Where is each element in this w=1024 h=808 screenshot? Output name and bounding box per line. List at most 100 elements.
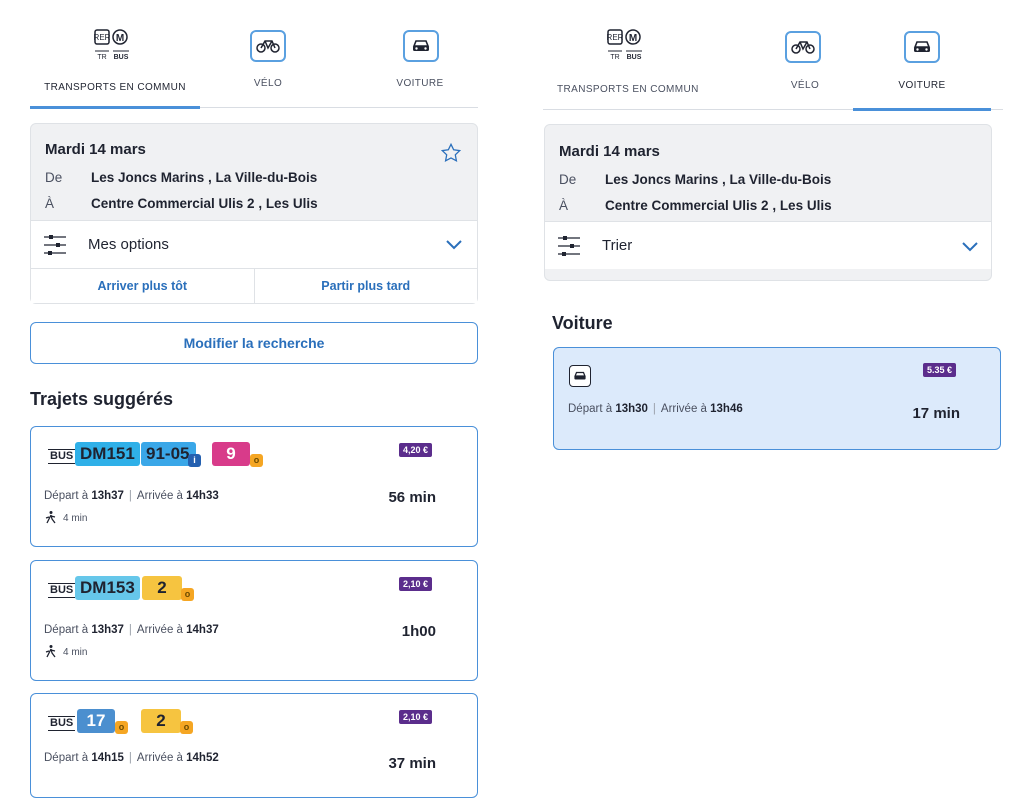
tab-voiture[interactable]: VOITURE — [370, 0, 470, 108]
line-badge: 17 — [77, 709, 115, 733]
search-summary-card: Mardi 14 mars De Les Joncs Marins , La V… — [544, 124, 992, 281]
date-label: Mardi 14 mars — [559, 143, 660, 160]
walk-duration: 4 min — [63, 513, 88, 524]
chevron-down-icon — [962, 242, 978, 252]
depart-time: 13h37 — [91, 490, 124, 502]
section-title: Voiture — [552, 313, 613, 333]
arrive-time: 14h37 — [186, 624, 219, 636]
price-badge: 5.35 € — [923, 363, 957, 377]
leave-later-button[interactable]: Partir plus tard — [255, 269, 478, 303]
car-icon — [569, 365, 591, 387]
from-key: De — [45, 170, 63, 185]
right-panel: RER M TR BUS TRANSPORTS EN COMMUN VÉLO V… — [543, 0, 1003, 450]
svg-text:TR: TR — [97, 54, 106, 61]
trip-duration: 37 min — [388, 755, 436, 772]
mode-tabs: RER M TR BUS TRANSPORTS EN COMMUN VÉLO V… — [30, 0, 478, 109]
tab-transports-en-commun[interactable]: RER M TR BUS TRANSPORTS EN COMMUN — [543, 0, 723, 110]
from-value: Les Joncs Marins , La Ville-du-Bois — [91, 170, 318, 185]
svg-text:BUS: BUS — [627, 54, 642, 61]
walk-duration: 4 min — [63, 647, 88, 658]
svg-text:RER: RER — [94, 33, 111, 42]
to-value: Centre Commercial Ulis 2 , Les Ulis — [91, 196, 318, 211]
trip-card-3[interactable]: BUS 17 o 2 o 2,10 € Départ à 14h15 | Arriv… — [30, 693, 478, 798]
car-trip-card[interactable]: 5.35 € Départ à 13h30 | Arrivée à 13h46 17… — [553, 347, 1001, 450]
tab-velo[interactable]: VÉLO — [765, 0, 845, 110]
arrive-time: 14h52 — [186, 752, 219, 764]
trip-duration: 17 min — [912, 405, 960, 422]
depart-time: 14h15 — [91, 752, 124, 764]
car-icon — [403, 30, 439, 62]
svg-text:M: M — [629, 33, 637, 44]
transit-icon: RER M TR BUS — [94, 29, 129, 61]
bus-mode-badge: BUS — [48, 583, 76, 598]
from-key: De — [559, 172, 577, 187]
sliders-icon — [558, 236, 580, 256]
bike-icon — [250, 30, 286, 62]
sort-label: Trier — [602, 237, 633, 254]
tab-label: TRANSPORTS EN COMMUN — [44, 82, 186, 93]
arrive-time: 13h46 — [710, 403, 743, 415]
bus-mode-badge: BUS — [48, 449, 76, 464]
to-value: Centre Commercial Ulis 2 , Les Ulis — [605, 198, 832, 213]
arrive-prefix: Arrivée à — [660, 403, 711, 415]
trip-times: Départ à 13h30 | Arrivée à 13h46 — [568, 403, 743, 415]
line-badge: 2 — [142, 576, 182, 600]
arrive-prefix: Arrivée à — [136, 490, 187, 502]
trip-times: Départ à 13h37 | Arrivée à 14h33 — [44, 490, 219, 502]
chevron-down-icon — [446, 240, 462, 250]
options-toggle[interactable]: Mes options — [31, 220, 477, 268]
svg-text:RER: RER — [607, 33, 624, 42]
tab-velo[interactable]: VÉLO — [230, 0, 306, 108]
to-key: À — [559, 198, 569, 213]
arrive-prefix: Arrivée à — [136, 752, 187, 764]
mode-tabs: RER M TR BUS TRANSPORTS EN COMMUN VÉLO V… — [543, 0, 1003, 111]
depart-time: 13h37 — [91, 624, 124, 636]
tab-label: VÉLO — [253, 78, 283, 89]
price-badge: 2,10 € — [399, 710, 433, 724]
sliders-icon — [44, 235, 66, 255]
tab-label: TRANSPORTS EN COMMUN — [557, 84, 699, 95]
search-summary-card: Mardi 14 mars De Les Joncs Marins , La V… — [30, 123, 478, 304]
time-shift-row: Arriver plus tôt Partir plus tard — [31, 268, 477, 303]
disruption-icon: o — [181, 588, 194, 601]
star-icon[interactable] — [440, 142, 462, 164]
tab-voiture[interactable]: VOITURE — [853, 0, 991, 111]
trip-times: Départ à 13h37 | Arrivée à 14h37 — [44, 624, 219, 636]
depart-prefix: Départ à — [568, 403, 616, 415]
trip-duration: 1h00 — [401, 623, 436, 640]
arrive-prefix: Arrivée à — [136, 624, 187, 636]
car-icon — [904, 31, 940, 63]
arrive-earlier-button[interactable]: Arriver plus tôt — [31, 269, 255, 303]
depart-time: 13h30 — [615, 403, 648, 415]
sort-toggle[interactable]: Trier — [545, 221, 991, 269]
walk-icon — [45, 511, 56, 524]
date-label: Mardi 14 mars — [45, 141, 146, 158]
depart-prefix: Départ à — [44, 752, 92, 764]
trip-card-2[interactable]: BUS DM153 2 o 2,10 € Départ à 13h37 | Arri… — [30, 560, 478, 681]
disruption-icon: o — [180, 721, 193, 734]
svg-text:M: M — [116, 33, 124, 44]
to-key: À — [45, 196, 55, 211]
trip-duration: 56 min — [388, 489, 436, 506]
svg-text:TR: TR — [610, 54, 619, 61]
trip-times: Départ à 14h15 | Arrivée à 14h52 — [44, 752, 219, 764]
bus-mode-badge: BUS — [48, 716, 76, 731]
tab-transports-en-commun[interactable]: RER M TR BUS TRANSPORTS EN COMMUN — [30, 0, 200, 109]
price-badge: 4,20 € — [399, 443, 433, 457]
arrive-time: 14h33 — [186, 490, 219, 502]
transit-icon: RER M TR BUS — [607, 29, 642, 61]
disruption-icon: o — [115, 721, 128, 734]
disruption-icon: o — [250, 454, 263, 467]
line-badge: DM153 — [75, 576, 140, 600]
options-label: Mes options — [88, 236, 169, 253]
depart-prefix: Départ à — [44, 624, 92, 636]
tab-label: VOITURE — [396, 78, 444, 89]
line-badge: DM151 — [75, 442, 140, 466]
bike-icon — [785, 31, 821, 63]
walk-icon — [45, 645, 56, 658]
modify-search-button[interactable]: Modifier la recherche — [30, 322, 478, 364]
from-value: Les Joncs Marins , La Ville-du-Bois — [605, 172, 832, 187]
svg-text:BUS: BUS — [114, 54, 129, 61]
section-title: Trajets suggérés — [30, 389, 174, 409]
trip-card-1[interactable]: BUS DM151 91-05 i 9 o 4,20 € Départ à 13… — [30, 426, 478, 547]
